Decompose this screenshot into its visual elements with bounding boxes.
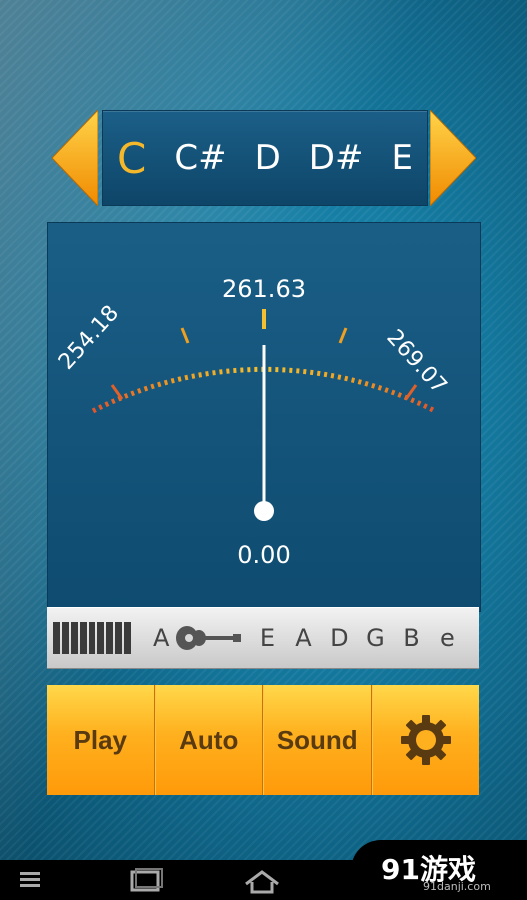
note-item[interactable]: D# — [309, 138, 364, 178]
string-label[interactable]: A — [285, 624, 321, 652]
meter-tick — [110, 384, 124, 400]
mode-note[interactable]: A — [153, 624, 169, 652]
next-note-button[interactable] — [430, 110, 476, 206]
home-icon[interactable] — [242, 868, 282, 894]
tuning-mode-bar: A E A D G B e — [47, 607, 479, 669]
gear-icon — [400, 715, 451, 765]
string-label[interactable]: G — [357, 624, 393, 652]
deviation-readout: 0.00 — [237, 541, 291, 569]
tuning-meter: 261.63 254.18 269.07 0.00 — [47, 222, 481, 612]
string-label[interactable]: D — [321, 624, 357, 652]
note-item[interactable]: C# — [174, 138, 226, 178]
piano-icon[interactable] — [53, 622, 132, 654]
recent-apps-icon[interactable] — [128, 868, 164, 894]
settings-button[interactable] — [371, 685, 479, 795]
control-buttons: Play Auto Sound — [47, 685, 479, 795]
guitar-strings: E A D G B e — [249, 624, 465, 652]
play-button[interactable]: Play — [47, 685, 155, 795]
note-selector: C C# D D# E — [52, 110, 476, 206]
arrow-left-icon — [52, 110, 98, 206]
note-item[interactable]: C — [117, 134, 146, 183]
note-item[interactable]: D — [255, 138, 281, 178]
arrow-right-icon — [430, 110, 476, 206]
watermark-logo: 91游戏 91danji.com — [351, 840, 527, 900]
guitar-icon[interactable] — [175, 623, 242, 653]
string-label[interactable]: E — [249, 624, 285, 652]
meter-tick — [338, 327, 348, 344]
previous-note-button[interactable] — [52, 110, 98, 206]
meter-tick — [404, 384, 418, 400]
string-label[interactable]: B — [393, 624, 429, 652]
menu-icon[interactable] — [18, 868, 46, 892]
watermark-url: 91danji.com — [423, 880, 491, 893]
meter-tick — [180, 327, 190, 344]
note-item[interactable]: E — [391, 138, 412, 178]
string-label[interactable]: e — [429, 624, 465, 652]
notes-strip: C C# D D# E — [102, 110, 428, 206]
auto-button[interactable]: Auto — [154, 685, 263, 795]
sound-button[interactable]: Sound — [263, 685, 372, 795]
needle-pivot — [254, 501, 274, 521]
center-frequency: 261.63 — [222, 275, 306, 303]
